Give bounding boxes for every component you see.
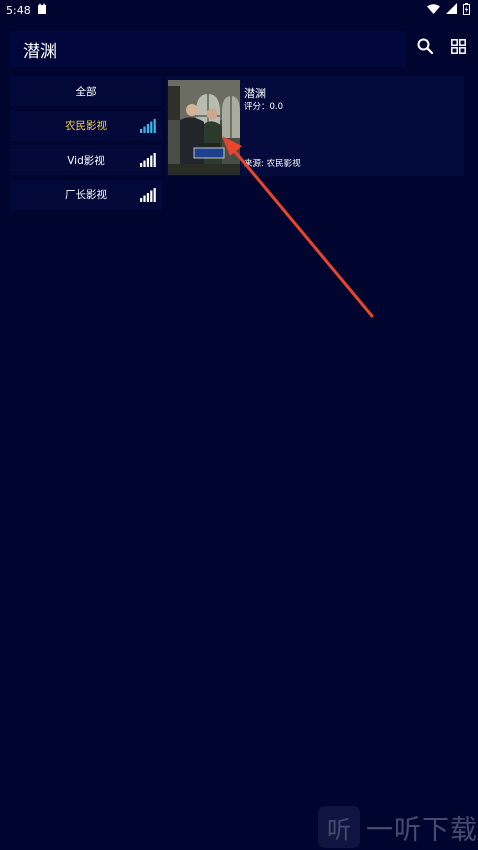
- signal-strength-icon: [140, 153, 156, 167]
- sidebar-item-label: 农民影视: [65, 120, 107, 132]
- notification-icon: [37, 3, 47, 17]
- watermark-text: 一听下载: [366, 814, 478, 846]
- sidebar-item-label: Vid影视: [67, 154, 105, 167]
- watermark-logo: 听 一听下载: [318, 804, 478, 850]
- battery-icon: [463, 2, 470, 18]
- sidebar-item-vid[interactable]: Vid影视: [10, 145, 162, 175]
- watermark-icon: 听: [318, 806, 360, 848]
- signal-strength-icon: [140, 187, 156, 202]
- page-title: 潜渊: [23, 41, 57, 62]
- wifi-icon: [427, 3, 440, 17]
- sidebar-item-label: 全部: [75, 85, 97, 98]
- movie-source: 来源: 农民影视: [244, 159, 301, 169]
- signal-strength-icon: [140, 118, 156, 133]
- search-icon[interactable]: [417, 38, 434, 58]
- app-bar: 潜渊: [10, 31, 406, 67]
- movie-title: 潜渊: [244, 87, 266, 100]
- sidebar-item-changzhang[interactable]: 厂长影视: [10, 179, 162, 210]
- status-time: 5:48: [6, 3, 31, 17]
- sidebar-item-all[interactable]: 全部: [10, 76, 162, 106]
- sidebar-item-nongmin[interactable]: 农民影视: [10, 110, 162, 141]
- source-sidebar: 全部 农民影视 Vid影视 厂长影视: [10, 76, 162, 214]
- grid-view-icon[interactable]: [451, 38, 466, 58]
- status-bar: 5:48: [0, 0, 478, 20]
- movie-score: 评分：0.0: [244, 102, 284, 112]
- signal-icon: [446, 3, 457, 17]
- movie-poster[interactable]: [168, 80, 240, 175]
- sidebar-item-label: 厂长影视: [65, 189, 107, 201]
- search-result-card[interactable]: 潜渊 评分：0.0 来源: 农民影视: [166, 76, 464, 176]
